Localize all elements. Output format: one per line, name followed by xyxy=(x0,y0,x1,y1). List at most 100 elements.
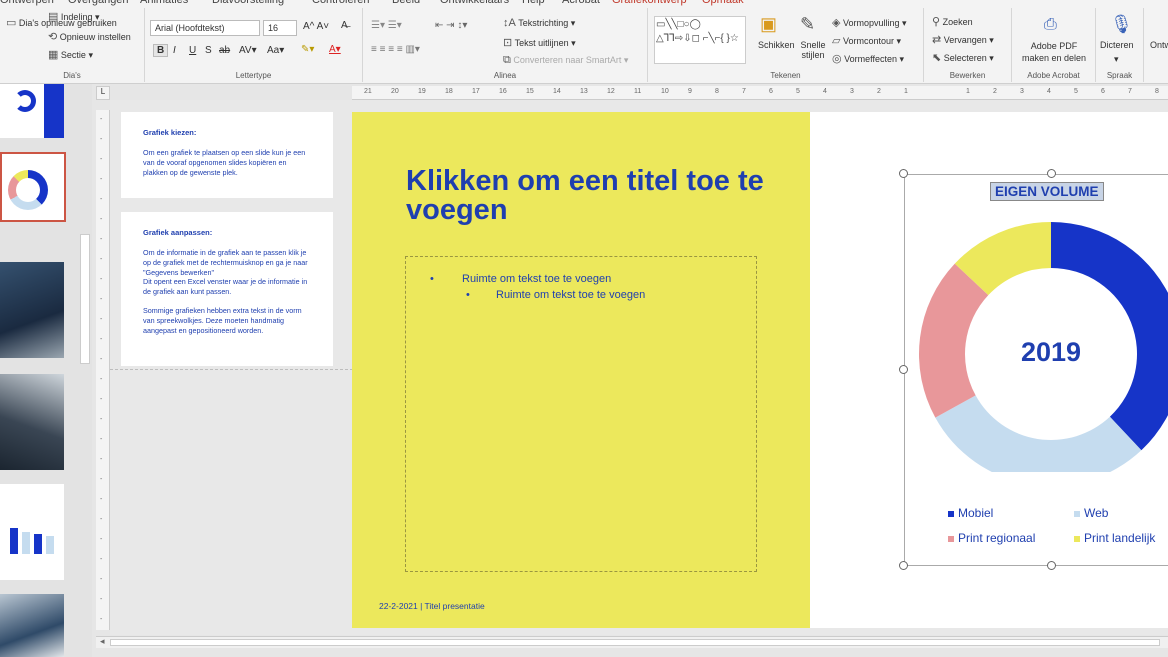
quick-styles-button[interactable]: Snelle stijlen xyxy=(798,40,828,60)
resize-handle-bottom[interactable] xyxy=(1047,561,1056,570)
arrange-button[interactable]: Schikken xyxy=(758,40,795,50)
group-font: Arial (Hoofdtekst) 16 A^ A˅ A̶ B I U S a… xyxy=(145,8,363,82)
align-icons[interactable]: ≡ ≡ ≡ ≡ ▥▾ xyxy=(371,44,420,55)
underline-button[interactable]: U xyxy=(189,45,196,56)
resize-handle-bottom-left[interactable] xyxy=(899,561,908,570)
case-button[interactable]: Aa▾ xyxy=(267,45,284,56)
ribbon-tab[interactable]: Beeld xyxy=(392,0,420,6)
section-icon: ▦ xyxy=(48,49,59,61)
slides-icon: ▭ xyxy=(6,17,17,29)
slide-thumbnail-2-selected[interactable] xyxy=(0,152,66,222)
strike-button[interactable]: ab xyxy=(219,45,230,56)
horizontal-scrollbar[interactable]: ◂ xyxy=(96,636,1168,648)
bullet-level-1: Ruimte om tekst toe te voegen xyxy=(462,273,612,285)
italic-button[interactable]: I xyxy=(173,45,176,56)
ruler-corner: L xyxy=(96,86,110,100)
shape-outline-button[interactable]: ▱ Vormcontour ▾ xyxy=(832,34,901,47)
shapes-gallery[interactable]: ▭╲╲□○◯ △⅂⅂⇨⇩◻ ⌐╲⌐{ }☆ xyxy=(654,16,746,64)
ruler-tick: - xyxy=(100,296,103,303)
font-size-select[interactable]: 16 xyxy=(263,20,297,36)
ribbon-tab[interactable]: Ontwikkelaars xyxy=(440,0,509,6)
instruction-note-2[interactable]: Grafiek aanpassen: Om de informatie in d… xyxy=(121,212,333,366)
dictate-dropdown-icon[interactable]: ▾ xyxy=(1114,54,1119,65)
white-slide-panel[interactable]: EIGEN VOLUME 2019 Mobiel Web Print regio… xyxy=(810,112,1168,628)
spacing-button[interactable]: AV▾ xyxy=(239,45,257,56)
create-pdf-button[interactable]: Adobe PDF maken en delen xyxy=(1018,40,1090,64)
layout-button[interactable]: ▤ Indeling ▾ xyxy=(48,10,99,23)
quick-styles-icon[interactable]: ✎ xyxy=(800,14,815,35)
donut-slice-print-regionaal[interactable] xyxy=(919,263,989,418)
pdf-icon[interactable]: ⎙ xyxy=(1044,16,1057,34)
ruler-tick: - xyxy=(100,336,103,343)
ruler-tick: 4 xyxy=(823,88,827,95)
extra-tab-label[interactable]: Ontw xyxy=(1150,40,1168,50)
slide-thumbnail-3[interactable] xyxy=(0,262,64,358)
thumbnail-scrollbar[interactable] xyxy=(80,234,90,364)
bullets-icon[interactable]: ☰▾ ☰▾ xyxy=(371,20,402,31)
resize-handle-top[interactable] xyxy=(1047,169,1056,178)
slide-thumbnail-4[interactable] xyxy=(0,374,64,470)
smartart-icon: ⧉ xyxy=(503,54,511,66)
ruler-tick: - xyxy=(100,456,103,463)
shape-effects-button[interactable]: ◎ Vormeffecten ▾ xyxy=(832,52,904,65)
ribbon-tab[interactable]: Animaties xyxy=(140,0,188,6)
reset-button[interactable]: ⟲ Opnieuw instellen xyxy=(48,30,131,43)
replace-button[interactable]: ⇄ Vervangen ▾ xyxy=(932,33,994,46)
slide-thumbnail-1[interactable] xyxy=(0,84,64,138)
select-button[interactable]: ⬉ Selecteren ▾ xyxy=(932,51,994,64)
ribbon-tab[interactable]: Opmaak xyxy=(702,0,744,6)
ribbon-tab[interactable]: Diavoorstelling xyxy=(212,0,284,6)
slide-thumbnail-6[interactable] xyxy=(0,594,64,657)
indent-icon[interactable]: ⇤ ⇥ ↕▾ xyxy=(435,20,467,31)
ruler-tick: 5 xyxy=(796,88,800,95)
ruler-tick: - xyxy=(100,236,103,243)
effects-icon: ◎ xyxy=(832,53,842,65)
arrange-icon[interactable]: ▣ xyxy=(760,14,777,35)
group-acrobat: ⎙ Adobe PDF maken en delen Adobe Acrobat xyxy=(1012,8,1096,82)
ribbon-tab[interactable]: Controleren xyxy=(312,0,369,6)
donut-slice-web[interactable] xyxy=(935,395,1142,472)
yellow-slide-panel[interactable]: Klikken om een titel toe te voegen • Rui… xyxy=(352,112,810,628)
ruler-tick: 3 xyxy=(850,88,854,95)
ribbon-tab[interactable]: Acrobat xyxy=(562,0,600,6)
layout-icon: ▤ xyxy=(48,11,59,23)
ruler-tick: 14 xyxy=(553,88,561,95)
section-button[interactable]: ▦ Sectie ▾ xyxy=(48,48,93,61)
instruction-note-1[interactable]: Grafiek kiezen: Om een grafiek te plaats… xyxy=(121,112,333,198)
bold-button[interactable]: B xyxy=(153,44,169,57)
ribbon-tab[interactable]: Grafiekontwerp xyxy=(612,0,687,6)
ribbon-tab[interactable]: Ontwerpen xyxy=(0,0,54,6)
ruler-tick: - xyxy=(100,156,103,163)
shadow-button[interactable]: S xyxy=(205,45,212,56)
ribbon-tab[interactable]: Help xyxy=(522,0,545,6)
clear-format-icon[interactable]: A̶ xyxy=(341,20,348,31)
font-name-select[interactable]: Arial (Hoofdtekst) xyxy=(150,20,260,36)
cursor-icon: ⬉ xyxy=(932,52,942,64)
resize-handle-top-left[interactable] xyxy=(899,169,908,178)
ruler-tick: 10 xyxy=(661,88,669,95)
ribbon-tab[interactable]: Overgangen xyxy=(68,0,129,6)
grow-font-button[interactable]: A^ A˅ xyxy=(303,21,329,32)
ruler-tick: - xyxy=(100,476,103,483)
dictate-button[interactable]: Dicteren xyxy=(1100,40,1134,50)
scroll-thumb[interactable] xyxy=(110,639,1160,646)
text-direction-button[interactable]: ↕A Tekstrichting ▾ xyxy=(503,17,575,29)
highlight-icon[interactable]: ✎▾ xyxy=(301,44,314,55)
find-button[interactable]: ⚲ Zoeken xyxy=(932,15,973,28)
ruler-tick: 6 xyxy=(1101,88,1105,95)
donut-chart[interactable]: 2019 xyxy=(910,212,1168,472)
font-color-button[interactable]: A▾ xyxy=(329,44,341,55)
replace-icon: ⇄ xyxy=(932,34,942,46)
align-text-button[interactable]: ⊡ Tekst uitlijnen ▾ xyxy=(503,36,576,49)
shape-fill-button[interactable]: ◈ Vormopvulling ▾ xyxy=(832,16,907,29)
smartart-button[interactable]: ⧉ Converteren naar SmartArt ▾ xyxy=(503,54,628,67)
scroll-left-icon[interactable]: ◂ xyxy=(100,636,105,647)
title-placeholder[interactable]: Klikken om een titel toe te voegen xyxy=(406,167,786,225)
chart-title[interactable]: EIGEN VOLUME xyxy=(990,182,1104,201)
microphone-icon[interactable]: 🎙 xyxy=(1110,14,1133,35)
content-placeholder[interactable]: • Ruimte om tekst toe te voegen • Ruimte… xyxy=(405,256,757,572)
group-label-font: Lettertype xyxy=(235,71,272,80)
ruler-tick: - xyxy=(100,356,103,363)
resize-handle-left[interactable] xyxy=(899,365,908,374)
slide-thumbnail-5[interactable] xyxy=(0,484,64,580)
